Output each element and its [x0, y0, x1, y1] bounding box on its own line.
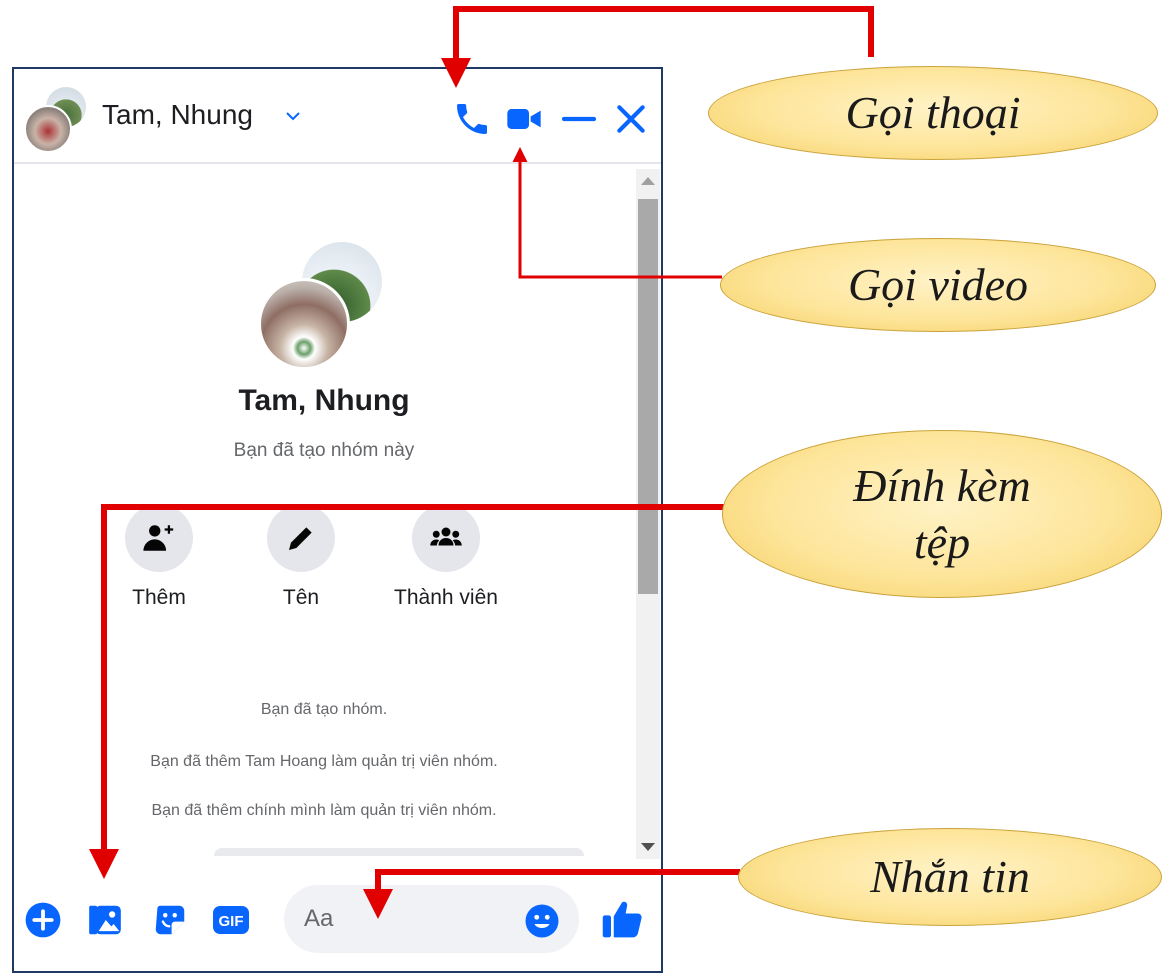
group-members-button[interactable]: Thành viên: [376, 504, 516, 610]
rename-group-button[interactable]: Tên: [231, 504, 371, 610]
system-message: Bạn đã tạo nhóm.: [260, 701, 388, 718]
composer: GIF: [14, 859, 661, 969]
message-bubble-peek: [214, 848, 584, 856]
add-person-icon: [143, 525, 174, 551]
group-name: Tam, Nhung: [238, 384, 410, 417]
video-call-callout-text: Gọi video: [847, 259, 1029, 311]
minimize-icon[interactable]: [559, 99, 599, 139]
sticker-icon[interactable]: [151, 901, 189, 939]
photo-attach-icon[interactable]: [86, 901, 124, 939]
system-message: Bạn đã thêm Tam Hoang làm quản trị viên …: [150, 753, 498, 770]
chat-title[interactable]: Tam, Nhung: [102, 99, 253, 131]
voice-call-callout-text: Gọi thoại: [845, 87, 1021, 139]
close-icon[interactable]: [611, 99, 651, 139]
group-profile-avatar: [258, 242, 388, 372]
emoji-icon[interactable]: [524, 903, 560, 939]
scroll-thumb[interactable]: [638, 199, 658, 594]
scrollbar[interactable]: [636, 169, 660, 859]
plus-circle-icon[interactable]: [24, 901, 62, 939]
video-call-icon[interactable]: [504, 99, 544, 139]
scroll-up-arrow-icon[interactable]: [641, 177, 655, 185]
video-call-callout: Gọi video: [720, 238, 1156, 332]
voice-call-callout: Gọi thoại: [708, 66, 1158, 160]
chat-header: Tam, Nhung: [14, 69, 661, 164]
scroll-down-arrow-icon[interactable]: [641, 843, 655, 851]
group-members-label: Thành viên: [394, 586, 498, 609]
gif-icon[interactable]: GIF: [212, 901, 250, 939]
chevron-down-icon[interactable]: [282, 105, 304, 127]
attach-file-callout-line1: Đính kèm: [853, 459, 1031, 511]
system-message: Bạn đã thêm chính mình làm quản trị viên…: [151, 802, 497, 819]
rename-group-label: Tên: [282, 586, 320, 609]
group-avatar[interactable]: [24, 87, 88, 153]
chat-window: Tam, Nhung Tam, Nhung Bạn đã tạo nhóm nà…: [12, 67, 663, 973]
gif-label: GIF: [219, 913, 244, 930]
add-member-label: Thêm: [132, 586, 186, 609]
chat-body: Tam, Nhung Bạn đã tạo nhóm này Thêm Tên: [14, 164, 634, 856]
message-callout-text: Nhắn tin: [870, 851, 1030, 903]
group-members-icon: [430, 527, 462, 546]
pencil-icon: [289, 527, 312, 550]
phone-call-icon[interactable]: [452, 99, 492, 139]
thumbs-up-icon[interactable]: [600, 897, 644, 941]
add-member-button[interactable]: Thêm: [89, 504, 229, 610]
group-subtitle: Bạn đã tạo nhóm này: [233, 440, 415, 461]
message-callout: Nhắn tin: [738, 828, 1162, 926]
attach-file-callout: Đính kèm tệp: [722, 430, 1162, 598]
attach-file-callout-line2: tệp: [913, 517, 971, 568]
